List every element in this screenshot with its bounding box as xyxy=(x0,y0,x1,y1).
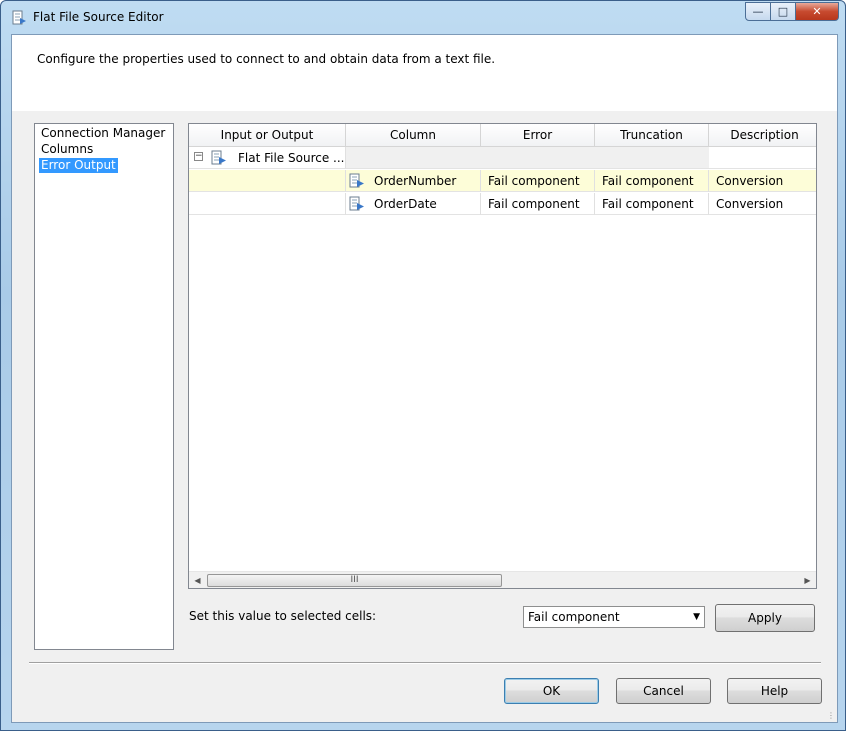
error-output-grid: Input or Output Column Error Truncation … xyxy=(188,123,817,589)
column-icon xyxy=(349,173,364,188)
collapse-expander-icon[interactable]: − xyxy=(194,152,203,161)
nav-item-error-output[interactable]: Error Output xyxy=(39,158,118,173)
resize-grip-icon[interactable]: ⋮ xyxy=(827,712,835,720)
dialog-client-area: Configure the properties used to connect… xyxy=(11,34,838,723)
flat-file-source-editor-window: Flat File Source Editor — □ ✕ Configure … xyxy=(0,0,846,731)
caption-buttons: — □ ✕ xyxy=(745,2,839,22)
row-column-cell[interactable]: OrderDate xyxy=(346,193,481,215)
close-icon: ✕ xyxy=(812,5,822,18)
ok-button[interactable]: OK xyxy=(504,678,599,704)
group-filler xyxy=(346,147,709,169)
group-label: Flat File Source ... xyxy=(238,151,345,165)
scroll-left-arrow-icon[interactable]: ◀ xyxy=(189,572,206,588)
output-icon xyxy=(211,150,226,165)
header-panel: Configure the properties used to connect… xyxy=(12,35,837,111)
column-header-truncation[interactable]: Truncation xyxy=(595,124,709,146)
row-column-name: OrderDate xyxy=(374,197,437,211)
nav-item-columns[interactable]: Columns xyxy=(39,142,95,157)
minimize-button[interactable]: — xyxy=(745,2,771,21)
row-input-cell xyxy=(189,193,346,215)
header-description: Configure the properties used to connect… xyxy=(37,52,496,66)
scroll-right-arrow-icon[interactable]: ▶ xyxy=(799,572,816,588)
maximize-button[interactable]: □ xyxy=(770,2,796,21)
scroll-thumb[interactable]: III xyxy=(207,574,502,587)
group-description-cell xyxy=(709,147,816,169)
set-value-dropdown[interactable]: Fail component ▼ xyxy=(523,606,705,628)
column-header-input-or-output[interactable]: Input or Output xyxy=(189,124,346,146)
minimize-icon: — xyxy=(752,5,764,18)
page-navigation-list: Connection Manager Columns Error Output xyxy=(34,123,174,650)
row-truncation-cell[interactable]: Fail component xyxy=(595,193,709,215)
row-truncation-cell[interactable]: Fail component xyxy=(595,170,709,192)
row-input-cell xyxy=(189,170,346,192)
horizontal-scrollbar[interactable]: ◀ III ▶ xyxy=(189,571,816,588)
row-error-cell[interactable]: Fail component xyxy=(481,193,595,215)
help-button[interactable]: Help xyxy=(727,678,822,704)
set-value-label: Set this value to selected cells: xyxy=(189,609,377,623)
apply-button[interactable]: Apply xyxy=(715,604,815,632)
close-button[interactable]: ✕ xyxy=(795,2,839,21)
group-cell: − Flat File Source ... xyxy=(189,147,346,169)
dropdown-arrow-icon: ▼ xyxy=(693,612,700,622)
column-header-description[interactable]: Description xyxy=(709,124,816,146)
grid-group-row[interactable]: − Flat File Source ... xyxy=(189,147,816,169)
maximize-icon: □ xyxy=(777,5,789,18)
table-row[interactable]: OrderNumber Fail component Fail componen… xyxy=(189,170,816,192)
title-bar[interactable]: Flat File Source Editor — □ ✕ xyxy=(1,1,845,33)
column-icon xyxy=(349,196,364,211)
nav-item-connection-manager[interactable]: Connection Manager xyxy=(39,126,167,141)
row-description-cell: Conversion xyxy=(709,193,816,215)
flat-file-source-icon xyxy=(12,10,26,25)
row-description-cell: Conversion xyxy=(709,170,816,192)
row-column-cell[interactable]: OrderNumber xyxy=(346,170,481,192)
set-value-selected: Fail component xyxy=(528,610,620,624)
column-header-column[interactable]: Column xyxy=(346,124,481,146)
grid-header: Input or Output Column Error Truncation … xyxy=(189,124,816,147)
footer-separator xyxy=(29,662,821,664)
cancel-button[interactable]: Cancel xyxy=(616,678,711,704)
row-column-name: OrderNumber xyxy=(374,174,457,188)
row-error-cell[interactable]: Fail component xyxy=(481,170,595,192)
column-header-error[interactable]: Error xyxy=(481,124,595,146)
table-row[interactable]: OrderDate Fail component Fail component … xyxy=(189,193,816,215)
window-title: Flat File Source Editor xyxy=(33,10,164,24)
